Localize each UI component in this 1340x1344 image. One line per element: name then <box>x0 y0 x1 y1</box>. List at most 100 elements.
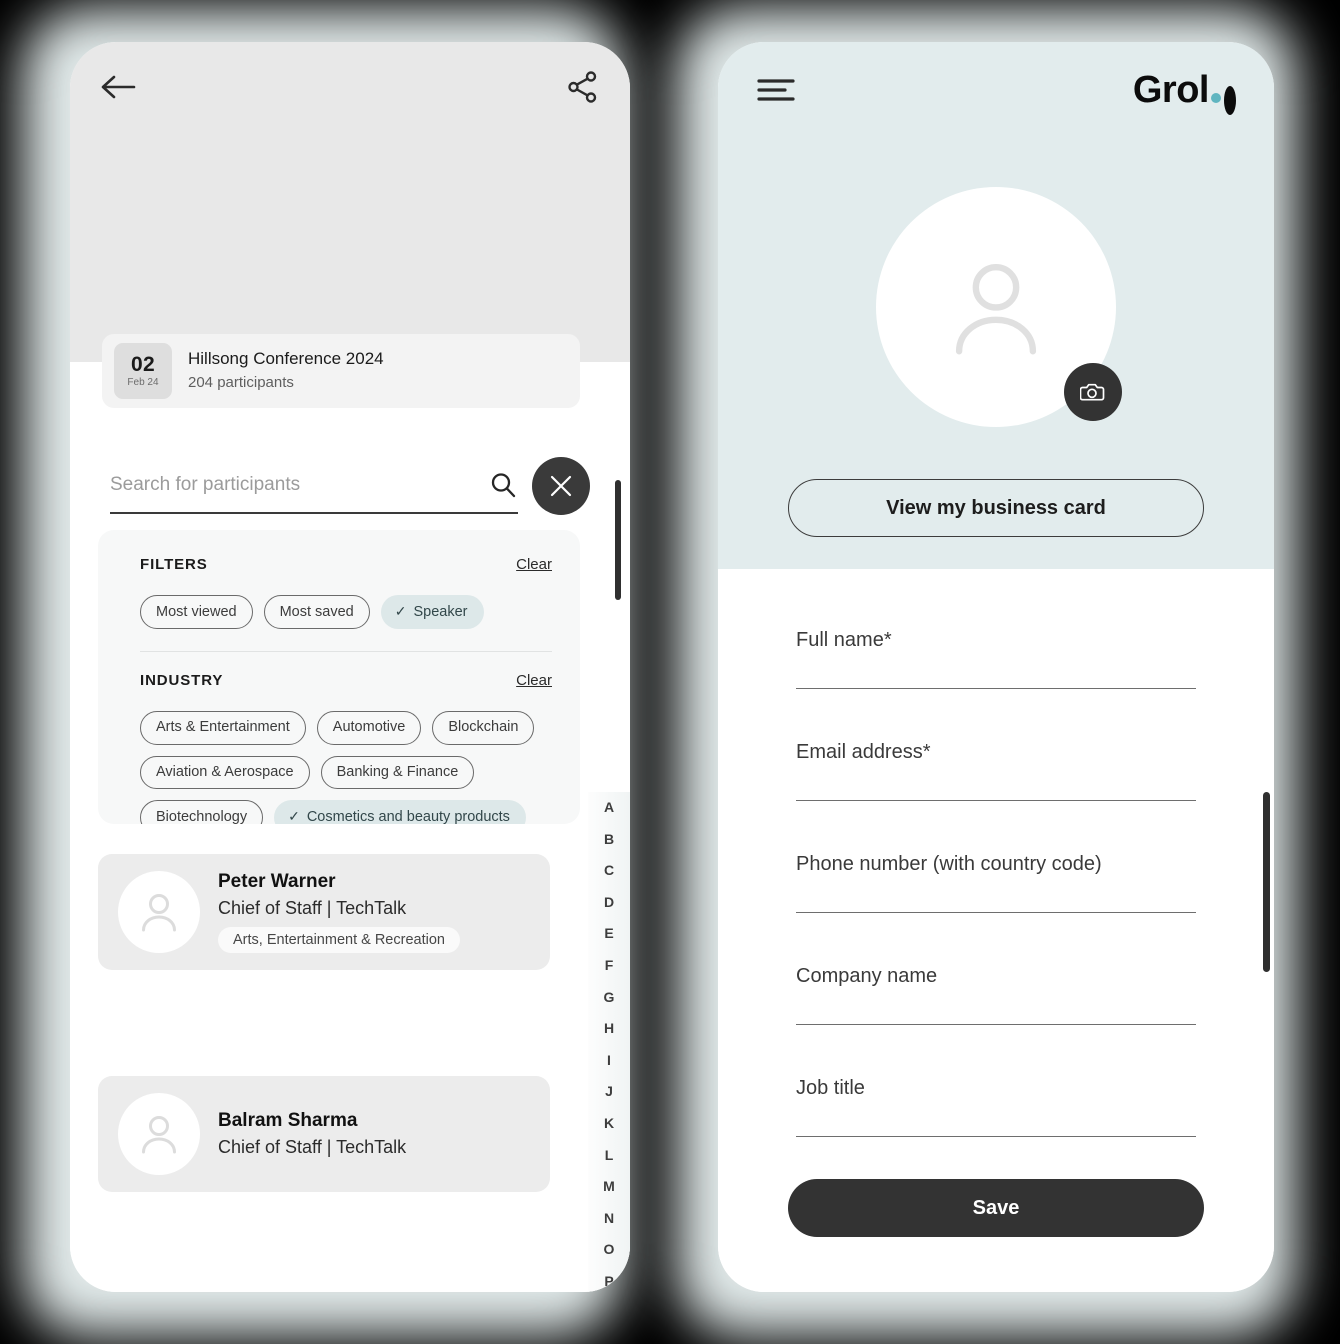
person-icon <box>142 894 176 932</box>
participant-industry-tag: Arts, Entertainment & Recreation <box>218 927 460 953</box>
alphabet-index-letter[interactable]: I <box>607 1053 611 1067</box>
filters-title: FILTERS <box>140 556 208 573</box>
alphabet-index-letter[interactable]: B <box>604 832 614 846</box>
phone-number-underline <box>796 911 1196 913</box>
share-button[interactable] <box>566 70 600 104</box>
participant-role: Chief of Staff | TechTalk <box>218 898 407 918</box>
close-search-button[interactable] <box>532 457 590 515</box>
alphabet-index-letter[interactable]: D <box>604 895 614 909</box>
profile-scrollbar[interactable] <box>1263 792 1270 972</box>
event-date-badge: 02 Feb 24 <box>114 343 172 399</box>
phone-number-field: Phone number (with country code) <box>796 853 1196 913</box>
view-my-business-card-button[interactable]: View my business card <box>788 479 1204 537</box>
brand-logo: Grol <box>1132 69 1236 115</box>
alphabet-index-letter[interactable]: G <box>604 990 615 1004</box>
close-icon <box>550 475 572 497</box>
event-month: Feb 24 <box>127 377 159 388</box>
email-address-field: Email address* <box>796 741 1196 801</box>
full-name-underline <box>796 687 1196 689</box>
participant-card[interactable]: Peter Warner Chief of Staff | TechTalk A… <box>98 854 550 970</box>
change-photo-button[interactable] <box>1064 363 1122 421</box>
filter-divider <box>140 651 552 653</box>
right-top-bar: Grol <box>718 42 1274 138</box>
filter-chip[interactable]: Speaker <box>380 595 484 630</box>
save-button[interactable]: Save <box>788 1179 1204 1237</box>
industry-chip[interactable]: Biotechnology <box>140 800 264 824</box>
menu-button[interactable] <box>756 75 796 105</box>
alphabet-index-letter[interactable]: O <box>604 1242 615 1256</box>
industry-header: INDUSTRY Clear <box>140 672 552 689</box>
industry-chip[interactable]: Banking & Finance <box>320 755 475 790</box>
left-top-bar <box>70 42 630 132</box>
filters-clear-button[interactable]: Clear <box>516 556 552 573</box>
full-name-input[interactable] <box>796 668 1196 686</box>
profile-header-area: Grol View my business card <box>718 42 1274 569</box>
screens-stage: 02 Feb 24 Hillsong Conference 2024 204 p… <box>0 0 1340 1344</box>
alphabet-index-letter[interactable]: P <box>604 1274 613 1288</box>
industry-chip[interactable]: Arts & Entertainment <box>140 711 306 745</box>
industry-chip-group: Arts & Entertainment Automotive Blockchain… <box>140 711 552 824</box>
camera-icon <box>1080 383 1105 401</box>
industry-chip[interactable]: Blockchain <box>432 711 535 745</box>
participant-name: Balram Sharma <box>218 1110 358 1131</box>
avatar <box>118 1093 200 1175</box>
full-name-field: Full name* <box>796 629 1196 689</box>
participant-name: Peter Warner <box>218 871 336 892</box>
event-participant-count: 204 participants <box>188 374 294 392</box>
email-address-underline <box>796 799 1196 801</box>
event-title: Hillsong Conference 2024 <box>188 349 384 369</box>
industry-chip[interactable]: Automotive <box>316 711 422 745</box>
alphabet-index-letter[interactable]: M <box>603 1179 615 1193</box>
alphabet-index-letter[interactable]: E <box>604 926 613 940</box>
filter-panel: FILTERS Clear Most viewed Most saved Speak… <box>98 530 580 824</box>
alphabet-index-letter[interactable]: H <box>604 1021 614 1035</box>
event-card[interactable]: 02 Feb 24 Hillsong Conference 2024 204 p… <box>102 334 580 408</box>
participants-sheet: 02 Feb 24 Hillsong Conference 2024 204 p… <box>70 334 630 1292</box>
search-box[interactable] <box>110 458 518 514</box>
profile-avatar-wrap <box>876 187 1122 427</box>
industry-clear-button[interactable]: Clear <box>516 672 552 689</box>
participant-info: Peter Warner Chief of Staff | TechTalk A… <box>218 871 460 953</box>
share-icon <box>568 71 597 103</box>
filter-chip[interactable]: Most viewed <box>140 595 253 630</box>
filter-chip[interactable]: Most saved <box>263 595 370 630</box>
phone-number-input[interactable] <box>796 892 1196 910</box>
back-button[interactable] <box>100 72 136 102</box>
company-name-underline <box>796 1023 1196 1025</box>
person-icon <box>955 263 1037 355</box>
profile-screen: Grol View my business card Full name* Em… <box>718 42 1274 1292</box>
hamburger-menu-icon <box>757 79 795 101</box>
filters-header: FILTERS Clear <box>140 556 552 573</box>
alphabet-index-letter[interactable]: A <box>604 800 614 814</box>
search-icon[interactable] <box>488 470 518 500</box>
person-icon <box>142 1116 176 1154</box>
alphabet-index-letter[interactable]: K <box>604 1116 614 1130</box>
participant-card[interactable]: Balram Sharma Chief of Staff | TechTalk <box>98 1076 550 1192</box>
industry-chip[interactable]: Aviation & Aerospace <box>140 755 310 790</box>
email-address-input[interactable] <box>796 780 1196 798</box>
participants-screen: 02 Feb 24 Hillsong Conference 2024 204 p… <box>70 42 630 1292</box>
phone-number-label: Phone number (with country code) <box>796 853 1102 875</box>
search-input[interactable] <box>110 458 457 512</box>
alphabet-index-letter[interactable]: F <box>605 958 614 972</box>
job-title-underline <box>796 1135 1196 1137</box>
alphabet-index-letter[interactable]: N <box>604 1211 614 1225</box>
industry-chip[interactable]: Cosmetics and beauty products <box>274 800 526 824</box>
alphabet-index-letter[interactable]: C <box>604 863 614 877</box>
company-name-field: Company name <box>796 965 1196 1025</box>
filter-panel-scrollbar[interactable] <box>615 480 621 600</box>
job-title-label: Job title <box>796 1077 865 1099</box>
alphabet-index-letter[interactable]: J <box>605 1084 613 1098</box>
event-text: Hillsong Conference 2024 204 participant… <box>188 348 384 393</box>
company-name-input[interactable] <box>796 1004 1196 1022</box>
filter-chip-group: Most viewed Most saved Speaker <box>140 595 552 630</box>
alphabet-index-letter[interactable]: L <box>605 1148 614 1162</box>
participant-role: Chief of Staff | TechTalk <box>218 1137 407 1157</box>
teal-dot-icon <box>1211 93 1221 103</box>
avatar <box>118 871 200 953</box>
event-day: 02 <box>131 353 155 376</box>
brand-name: Grol <box>1132 69 1210 111</box>
alphabet-index[interactable]: ABCDEFGHIJKLMNOPQRSTUVWXYZ <box>588 792 630 1292</box>
search-row <box>110 457 590 515</box>
job-title-input[interactable] <box>796 1116 1196 1134</box>
